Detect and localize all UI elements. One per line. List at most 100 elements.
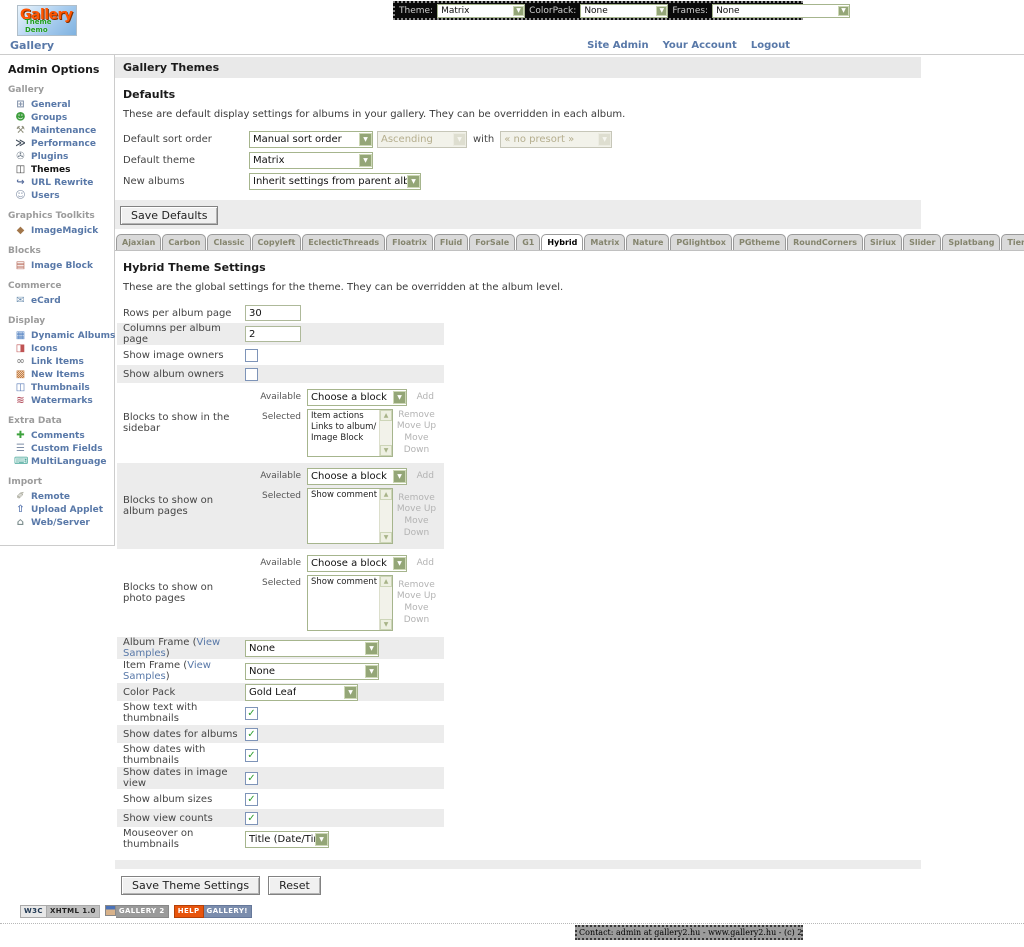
tab-hybrid[interactable]: Hybrid — [541, 234, 583, 251]
tab-eclecticthreads[interactable]: EclecticThreads — [302, 234, 385, 250]
list-item[interactable]: Show comments — [311, 490, 377, 501]
sidebar-item-ecard[interactable]: ✉ eCard — [8, 294, 111, 307]
sidebar-item-multilanguage[interactable]: ⌨ MultiLanguage — [8, 455, 111, 468]
tab-matrix[interactable]: Matrix — [584, 234, 625, 250]
show-image-owners-checkbox[interactable] — [245, 349, 258, 362]
show-album-owners-checkbox[interactable] — [245, 368, 258, 381]
tab-fluid[interactable]: Fluid — [434, 234, 468, 250]
sidebar-item-performance[interactable]: ≫ Performance — [8, 137, 111, 150]
album-selected-listbox[interactable]: Show comments ▲ ▼ — [307, 488, 393, 544]
columns-per-page-input[interactable] — [245, 326, 301, 342]
help-gallery-badge[interactable]: HELP GALLERY! — [174, 905, 252, 918]
list-item[interactable]: Links to album/photo peers — [311, 422, 377, 433]
photo-move-up-link[interactable]: Move Up — [393, 591, 440, 603]
scroll-down-icon[interactable]: ▼ — [380, 445, 392, 456]
your-account-link[interactable]: Your Account — [663, 40, 737, 51]
show-dates-in-image-view-checkbox[interactable]: ✓ — [245, 772, 258, 785]
sidebar-move-up-link[interactable]: Move Up — [393, 421, 440, 433]
listbox-scrollbar[interactable]: ▲ ▼ — [379, 489, 392, 543]
tab-slider[interactable]: Slider — [903, 234, 941, 250]
sidebar-item-themes[interactable]: ◫ Themes — [8, 163, 111, 176]
sidebar-item-maintenance[interactable]: ⚒ Maintenance — [8, 124, 111, 137]
frames-select[interactable]: None ▼ — [712, 4, 850, 18]
default-theme-select[interactable]: Matrix ▼ — [249, 152, 373, 169]
sidebar-item-users[interactable]: ☺ Users — [8, 189, 111, 202]
show-view-counts-checkbox[interactable]: ✓ — [245, 812, 258, 825]
tab-roundcorners[interactable]: RoundCorners — [787, 234, 863, 250]
tab-g1[interactable]: G1 — [516, 234, 540, 250]
sidebar-add-link[interactable]: Add — [417, 389, 434, 402]
logout-link[interactable]: Logout — [751, 40, 790, 51]
item-frame-select[interactable]: None ▼ — [245, 663, 379, 680]
save-theme-settings-button[interactable]: Save Theme Settings — [121, 876, 260, 895]
new-albums-select[interactable]: Inherit settings from parent album ▼ — [249, 173, 421, 190]
photo-add-link[interactable]: Add — [417, 555, 434, 568]
album-move-down-link[interactable]: Move Down — [393, 516, 440, 539]
sidebar-item-icons[interactable]: ◨ Icons — [8, 342, 111, 355]
sidebar-item-groups[interactable]: ☻ Groups — [8, 111, 111, 124]
album-available-select[interactable]: Choose a block ▼ — [307, 468, 407, 485]
theme-select[interactable]: Matrix ▼ — [437, 4, 525, 18]
sidebar-item-plugins[interactable]: ✇ Plugins — [8, 150, 111, 163]
scroll-up-icon[interactable]: ▲ — [380, 410, 392, 421]
album-add-link[interactable]: Add — [417, 468, 434, 481]
sidebar-item-custom-fields[interactable]: ☰ Custom Fields — [8, 442, 111, 455]
sidebar-move-down-link[interactable]: Move Down — [393, 433, 440, 456]
sidebar-item-thumbnails[interactable]: ◫ Thumbnails — [8, 381, 111, 394]
tab-pglightbox[interactable]: PGlightbox — [670, 234, 732, 250]
sidebar-item-general[interactable]: ⊞ General — [8, 98, 111, 111]
sidebar-selected-listbox[interactable]: Item actions Links to album/photo peers … — [307, 409, 393, 457]
listbox-scrollbar[interactable]: ▲ ▼ — [379, 576, 392, 630]
scroll-up-icon[interactable]: ▲ — [380, 489, 392, 500]
reset-button[interactable]: Reset — [268, 876, 321, 895]
tab-siriux[interactable]: Siriux — [864, 234, 902, 250]
tab-pgtheme[interactable]: PGtheme — [733, 234, 786, 250]
album-remove-link[interactable]: Remove — [393, 493, 440, 505]
tab-copyleft[interactable]: Copyleft — [252, 234, 302, 250]
gallery2-badge[interactable]: GALLERY 2 — [105, 905, 169, 918]
photo-selected-listbox[interactable]: Show comments ▲ ▼ — [307, 575, 393, 631]
photo-remove-link[interactable]: Remove — [393, 580, 440, 592]
colorpack-select[interactable]: None ▼ — [580, 4, 668, 18]
sidebar-item-watermarks[interactable]: ≋ Watermarks — [8, 394, 111, 407]
tab-forsale[interactable]: ForSale — [469, 234, 515, 250]
sidebar-item-imagemagick[interactable]: ◆ ImageMagick — [8, 224, 111, 237]
show-dates-for-albums-checkbox[interactable]: ✓ — [245, 728, 258, 741]
sidebar-available-select[interactable]: Choose a block ▼ — [307, 389, 407, 406]
scroll-down-icon[interactable]: ▼ — [380, 532, 392, 543]
save-defaults-button[interactable]: Save Defaults — [120, 206, 218, 225]
scroll-down-icon[interactable]: ▼ — [380, 619, 392, 630]
sidebar-item-comments[interactable]: ✚ Comments — [8, 429, 111, 442]
list-item[interactable]: Show comments — [311, 577, 377, 588]
photo-move-down-link[interactable]: Move Down — [393, 603, 440, 626]
sidebar-item-link-items[interactable]: ∞ Link Items — [8, 355, 111, 368]
album-move-up-link[interactable]: Move Up — [393, 504, 440, 516]
listbox-scrollbar[interactable]: ▲ ▼ — [379, 410, 392, 456]
sort-order-select[interactable]: Manual sort order ▼ — [249, 131, 373, 148]
show-dates-with-thumbnails-checkbox[interactable]: ✓ — [245, 749, 258, 762]
scroll-up-icon[interactable]: ▲ — [380, 576, 392, 587]
tab-tien[interactable]: Tien — [1001, 234, 1024, 250]
show-album-sizes-checkbox[interactable]: ✓ — [245, 793, 258, 806]
album-frame-select[interactable]: None ▼ — [245, 640, 379, 657]
sidebar-item-dynamic-albums[interactable]: ▦ Dynamic Albums — [8, 329, 111, 342]
photo-available-select[interactable]: Choose a block ▼ — [307, 555, 407, 572]
w3c-xhtml-badge[interactable]: W3C XHTML 1.0 — [20, 905, 100, 918]
breadcrumb[interactable]: Gallery — [10, 39, 54, 52]
tab-floatrix[interactable]: Floatrix — [386, 234, 433, 250]
tab-nature[interactable]: Nature — [626, 234, 669, 250]
tab-classic[interactable]: Classic — [207, 234, 250, 250]
tab-splatbang[interactable]: Splatbang — [942, 234, 1000, 250]
rows-per-page-input[interactable] — [245, 305, 301, 321]
site-admin-link[interactable]: Site Admin — [587, 40, 649, 51]
sidebar-item-new-items[interactable]: ▩ New Items — [8, 368, 111, 381]
show-text-with-thumbnails-checkbox[interactable]: ✓ — [245, 707, 258, 720]
tab-ajaxian[interactable]: Ajaxian — [116, 234, 161, 250]
color-pack-select[interactable]: Gold Leaf ▼ — [245, 684, 358, 701]
sidebar-item-upload-applet[interactable]: ⇧ Upload Applet — [8, 503, 111, 516]
sidebar-item-remote[interactable]: ✐ Remote — [8, 490, 111, 503]
sidebar-remove-link[interactable]: Remove — [393, 410, 440, 422]
sidebar-item-url-rewrite[interactable]: ↪ URL Rewrite — [8, 176, 111, 189]
sidebar-item-web-server[interactable]: ⌂ Web/Server — [8, 516, 111, 529]
list-item[interactable]: Item actions — [311, 411, 377, 422]
